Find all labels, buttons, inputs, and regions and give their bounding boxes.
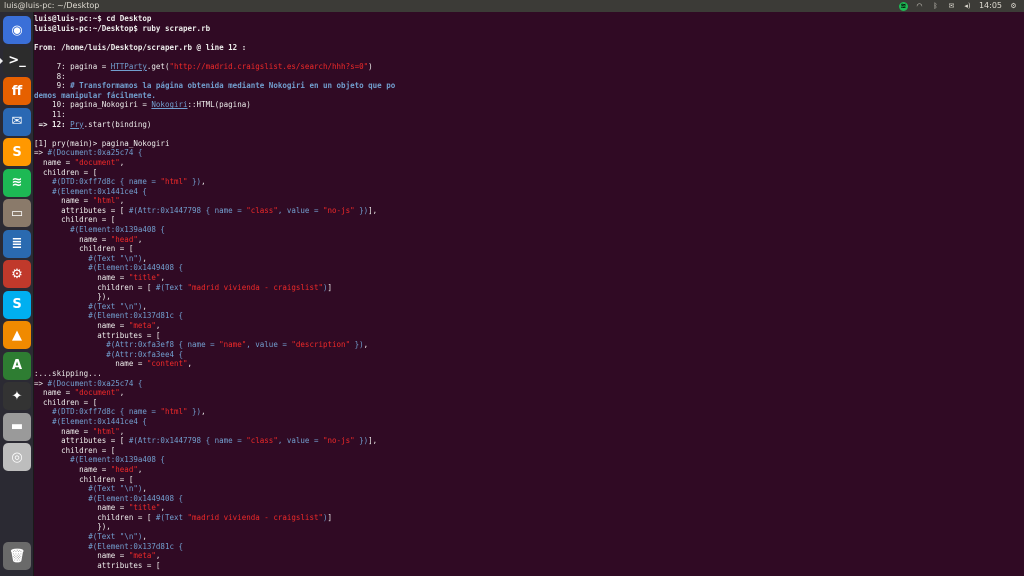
software-updater-icon[interactable]: A: [3, 351, 31, 380]
dash-home-icon[interactable]: ◉: [3, 16, 31, 44]
thunderbird-icon[interactable]: ✉: [3, 107, 31, 136]
wifi-icon[interactable]: ◠: [915, 2, 924, 11]
window-title: luis@luis-pc: ~/Desktop: [4, 1, 100, 10]
terminal-icon[interactable]: >_: [0, 46, 31, 75]
command-line: luis@luis-pc:~$ cd Desktop: [34, 14, 152, 23]
vlc-icon[interactable]: ▲: [3, 321, 31, 349]
drive-icon[interactable]: ▬: [3, 412, 31, 441]
files-icon[interactable]: ▭: [3, 199, 31, 227]
system-settings-icon[interactable]: ⚙: [3, 260, 31, 288]
pry-source-header: From: /home/luis/Desktop/scraper.rb @ li…: [34, 42, 247, 52]
terminal-output: luis@luis-pc:~$ cd Desktop luis@luis-pc:…: [34, 14, 396, 570]
launcher: ◉ >_ ff ✉ S ≋ ▭ ≣ ⚙ S ▲ A ✦ ▬ ◎ 🗑: [0, 12, 34, 576]
pager-skipping: :...skipping...: [34, 368, 102, 378]
terminal-window[interactable]: luis@luis-pc:~$ cd Desktop luis@luis-pc:…: [34, 12, 1024, 576]
mail-icon[interactable]: ✉: [947, 2, 956, 11]
firefox-icon[interactable]: ff: [3, 77, 31, 105]
system-tray: ≋ ◠ ᛒ ✉ ◂) 14:05 ⚙: [898, 0, 1018, 12]
skype-icon[interactable]: S: [3, 290, 31, 319]
spotify-icon[interactable]: ≋: [898, 1, 908, 11]
top-panel: luis@luis-pc: ~/Desktop ≋ ◠ ᛒ ✉ ◂) 14:05…: [0, 0, 1024, 12]
dvd-icon[interactable]: ◎: [3, 443, 31, 471]
command-line: luis@luis-pc:~/Desktop$ ruby scraper.rb: [34, 23, 211, 33]
power-icon[interactable]: ⚙: [1009, 2, 1018, 11]
spotify-icon[interactable]: ≋: [3, 168, 31, 197]
trash-icon[interactable]: 🗑: [3, 542, 31, 570]
volume-icon[interactable]: ◂): [963, 2, 972, 11]
sublime-text-icon[interactable]: S: [3, 138, 31, 166]
writer-icon[interactable]: ≣: [3, 229, 31, 258]
pry-prompt: [1] pry(main)> pagina_Nokogiri: [34, 138, 170, 148]
clock[interactable]: 14:05: [979, 0, 1002, 12]
bluetooth-icon[interactable]: ᛒ: [931, 2, 940, 11]
inkscape-icon[interactable]: ✦: [3, 382, 31, 410]
